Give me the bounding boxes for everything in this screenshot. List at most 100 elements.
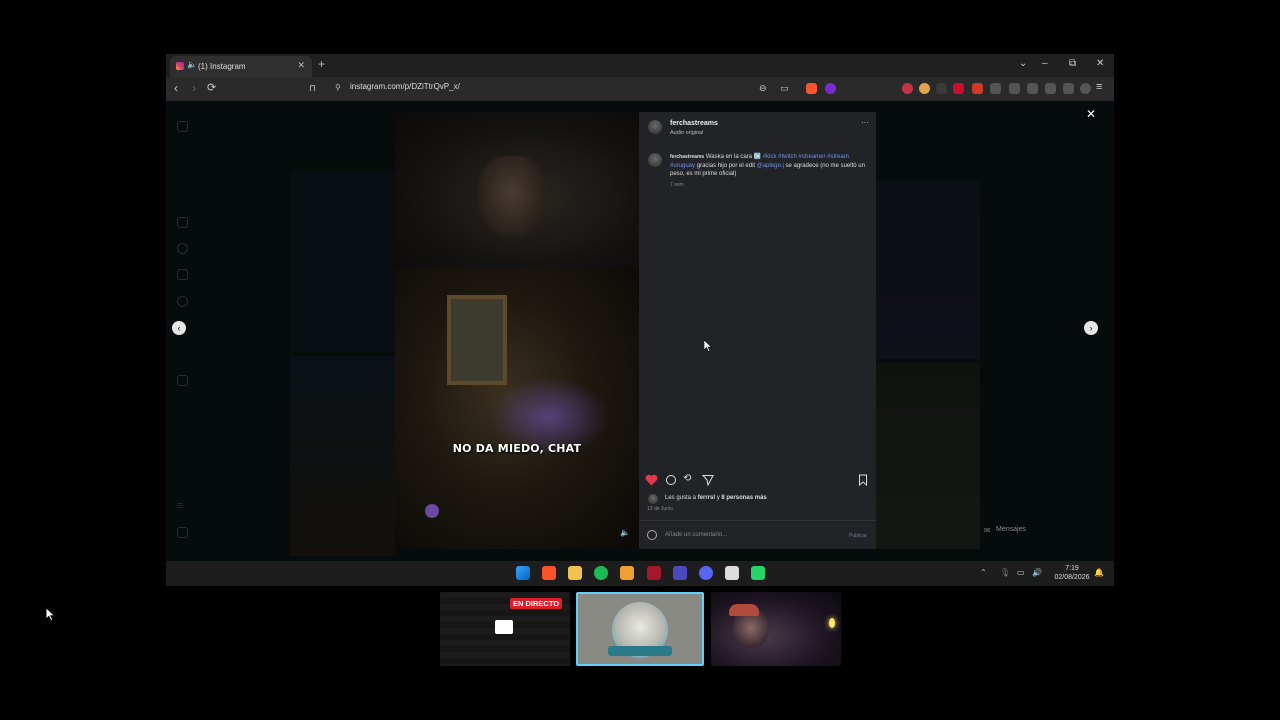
extension-puzzle-icon[interactable]: [990, 83, 1001, 94]
network-icon[interactable]: ▭: [1017, 568, 1025, 577]
caption-text: Waska en la cara: [705, 154, 752, 160]
clock-date: 02/08/2026: [1054, 574, 1090, 581]
post-actions: ⟲: [645, 473, 870, 488]
zoom-icon[interactable]: ⊖: [759, 83, 767, 94]
post-date: 13 de Junio: [647, 506, 673, 512]
menu-icon[interactable]: ≡: [1096, 81, 1102, 93]
stream-tile-screen[interactable]: EN DIRECTO: [440, 592, 570, 666]
more-options-icon[interactable]: ···: [861, 118, 869, 127]
mute-icon[interactable]: 🔈: [620, 528, 630, 537]
live-badge: EN DIRECTO: [510, 598, 563, 609]
obs-icon[interactable]: [725, 566, 739, 580]
maximize-button[interactable]: ⧉: [1069, 58, 1076, 69]
mouse-cursor-icon: [704, 340, 712, 352]
avatar-banner: [608, 646, 672, 656]
likes-summary[interactable]: Les gusta a ferrrsl y 8 personas más: [665, 495, 767, 501]
tab-instagram[interactable]: 🔈 (1) Instagram ✕: [170, 56, 312, 77]
tab-bar: 🔈 (1) Instagram ✕ + ⌄ – ⧉ ✕: [166, 54, 1114, 77]
post-username[interactable]: ferchastreams: [670, 120, 718, 127]
cast-icon[interactable]: ▭: [780, 83, 789, 94]
speaker-icon[interactable]: 🔈: [187, 60, 197, 69]
post-caption: ferchastreams Waska en la cara 🆗 #kick #…: [670, 153, 865, 179]
brave-rewards-icon[interactable]: [825, 83, 836, 94]
screen-share-icon: [495, 620, 513, 634]
music-icon[interactable]: [1009, 83, 1020, 94]
likes-text: Les gusta a: [665, 495, 698, 501]
windows-taskbar: ⌃ 🎙 ▭ 🔊 7:19 02/08/2026 🔔: [166, 561, 1114, 586]
liker-avatar[interactable]: [648, 494, 658, 504]
share-icon[interactable]: [702, 474, 714, 486]
close-window-button[interactable]: ✕: [1096, 58, 1104, 69]
app-icon[interactable]: [620, 566, 634, 580]
extension-m-icon[interactable]: [936, 83, 947, 94]
tagged-user-icon[interactable]: [425, 504, 439, 518]
next-post-button[interactable]: ›: [1084, 321, 1098, 335]
spotify-icon[interactable]: [594, 566, 608, 580]
reload-button[interactable]: ⟳: [207, 81, 216, 94]
discord-icon[interactable]: [699, 566, 713, 580]
emoji-icon: 🆗: [753, 154, 762, 160]
volume-icon[interactable]: 🔊: [1032, 568, 1042, 577]
caption-mention[interactable]: @aplego.j: [757, 163, 784, 169]
extension-badge-icon[interactable]: [972, 83, 983, 94]
taskbar-clock[interactable]: 7:19 02/08/2026: [1052, 564, 1092, 582]
mouse-cursor-icon: [46, 608, 55, 621]
windows-start-icon[interactable]: [516, 566, 530, 580]
comment-bar: Añade un comentario... Publicar: [639, 520, 876, 549]
save-bookmark-icon[interactable]: [858, 474, 868, 486]
app-icon[interactable]: [647, 566, 661, 580]
forward-button[interactable]: ›: [192, 81, 196, 95]
reading-list-icon[interactable]: [1027, 83, 1038, 94]
comment-icon[interactable]: [665, 474, 677, 486]
post-time-ago: 7 sem: [670, 182, 684, 188]
new-tab-button[interactable]: +: [318, 57, 325, 71]
messages-label: Mensajes: [996, 526, 1026, 533]
avatar[interactable]: [648, 120, 662, 134]
notifications-icon[interactable]: 🔔: [1094, 568, 1104, 577]
caption-text: gracias hijo por el edit: [696, 162, 756, 169]
messages-icon: ✉: [984, 526, 991, 535]
avatar[interactable]: [648, 153, 662, 167]
wallet-icon[interactable]: [1045, 83, 1056, 94]
whatsapp-icon[interactable]: [751, 566, 765, 580]
like-heart-icon[interactable]: [645, 474, 658, 486]
previous-post-button[interactable]: ‹: [172, 321, 186, 335]
vpn-icon[interactable]: [1080, 83, 1091, 94]
file-explorer-icon[interactable]: [568, 566, 582, 580]
likes-others[interactable]: 8 personas más: [721, 495, 766, 501]
bookmark-icon[interactable]: ⊓: [309, 83, 316, 94]
messages-floating-button[interactable]: ✉ Mensajes: [972, 521, 1088, 539]
repost-icon[interactable]: ⟲: [683, 473, 691, 484]
browser-toolbar: ‹ › ⟳ ⊓ ⚲ instagram.com/p/DZiTtrQvP_x/ ⊖…: [166, 77, 1114, 101]
close-modal-icon[interactable]: ✕: [1086, 107, 1096, 121]
tab-search-chevron-icon[interactable]: ⌄: [1019, 58, 1027, 69]
back-button[interactable]: ‹: [174, 81, 178, 95]
publish-button[interactable]: Publicar: [849, 533, 867, 539]
extension-cookie-icon[interactable]: [919, 83, 930, 94]
extension-flag-icon[interactable]: [953, 83, 964, 94]
leo-ai-icon[interactable]: [1063, 83, 1074, 94]
comment-input[interactable]: Añade un comentario...: [665, 532, 727, 538]
brave-shields-icon[interactable]: [806, 83, 817, 94]
tab-title: (1) Instagram: [198, 62, 246, 71]
extension-red-icon[interactable]: [902, 83, 913, 94]
address-bar[interactable]: instagram.com/p/DZiTtrQvP_x/: [350, 82, 460, 91]
microphone-icon[interactable]: 🎙: [1000, 568, 1010, 577]
stream-tile-webcam[interactable]: [711, 592, 841, 666]
close-tab-icon[interactable]: ✕: [297, 60, 305, 71]
audio-label[interactable]: Audio original: [670, 130, 703, 136]
tray-chevron-icon[interactable]: ⌃: [980, 568, 987, 577]
stream-tile-avatar[interactable]: [576, 592, 704, 666]
clock-time: 7:19: [1065, 565, 1079, 572]
brave-browser-icon[interactable]: [542, 566, 556, 580]
emoji-picker-icon[interactable]: [647, 530, 657, 540]
streamer-face: [477, 156, 547, 238]
likes-user[interactable]: ferrrsl: [698, 495, 715, 501]
reel-video[interactable]: NO DA MIEDO, CHAT 🔈: [395, 112, 639, 549]
site-info-icon[interactable]: ⚲: [335, 83, 341, 92]
app-icon[interactable]: [673, 566, 687, 580]
instagram-favicon-icon: [176, 62, 184, 70]
minimize-button[interactable]: –: [1042, 58, 1048, 69]
webcam-cap: [729, 604, 759, 616]
caption-username[interactable]: ferchastreams: [670, 154, 704, 160]
